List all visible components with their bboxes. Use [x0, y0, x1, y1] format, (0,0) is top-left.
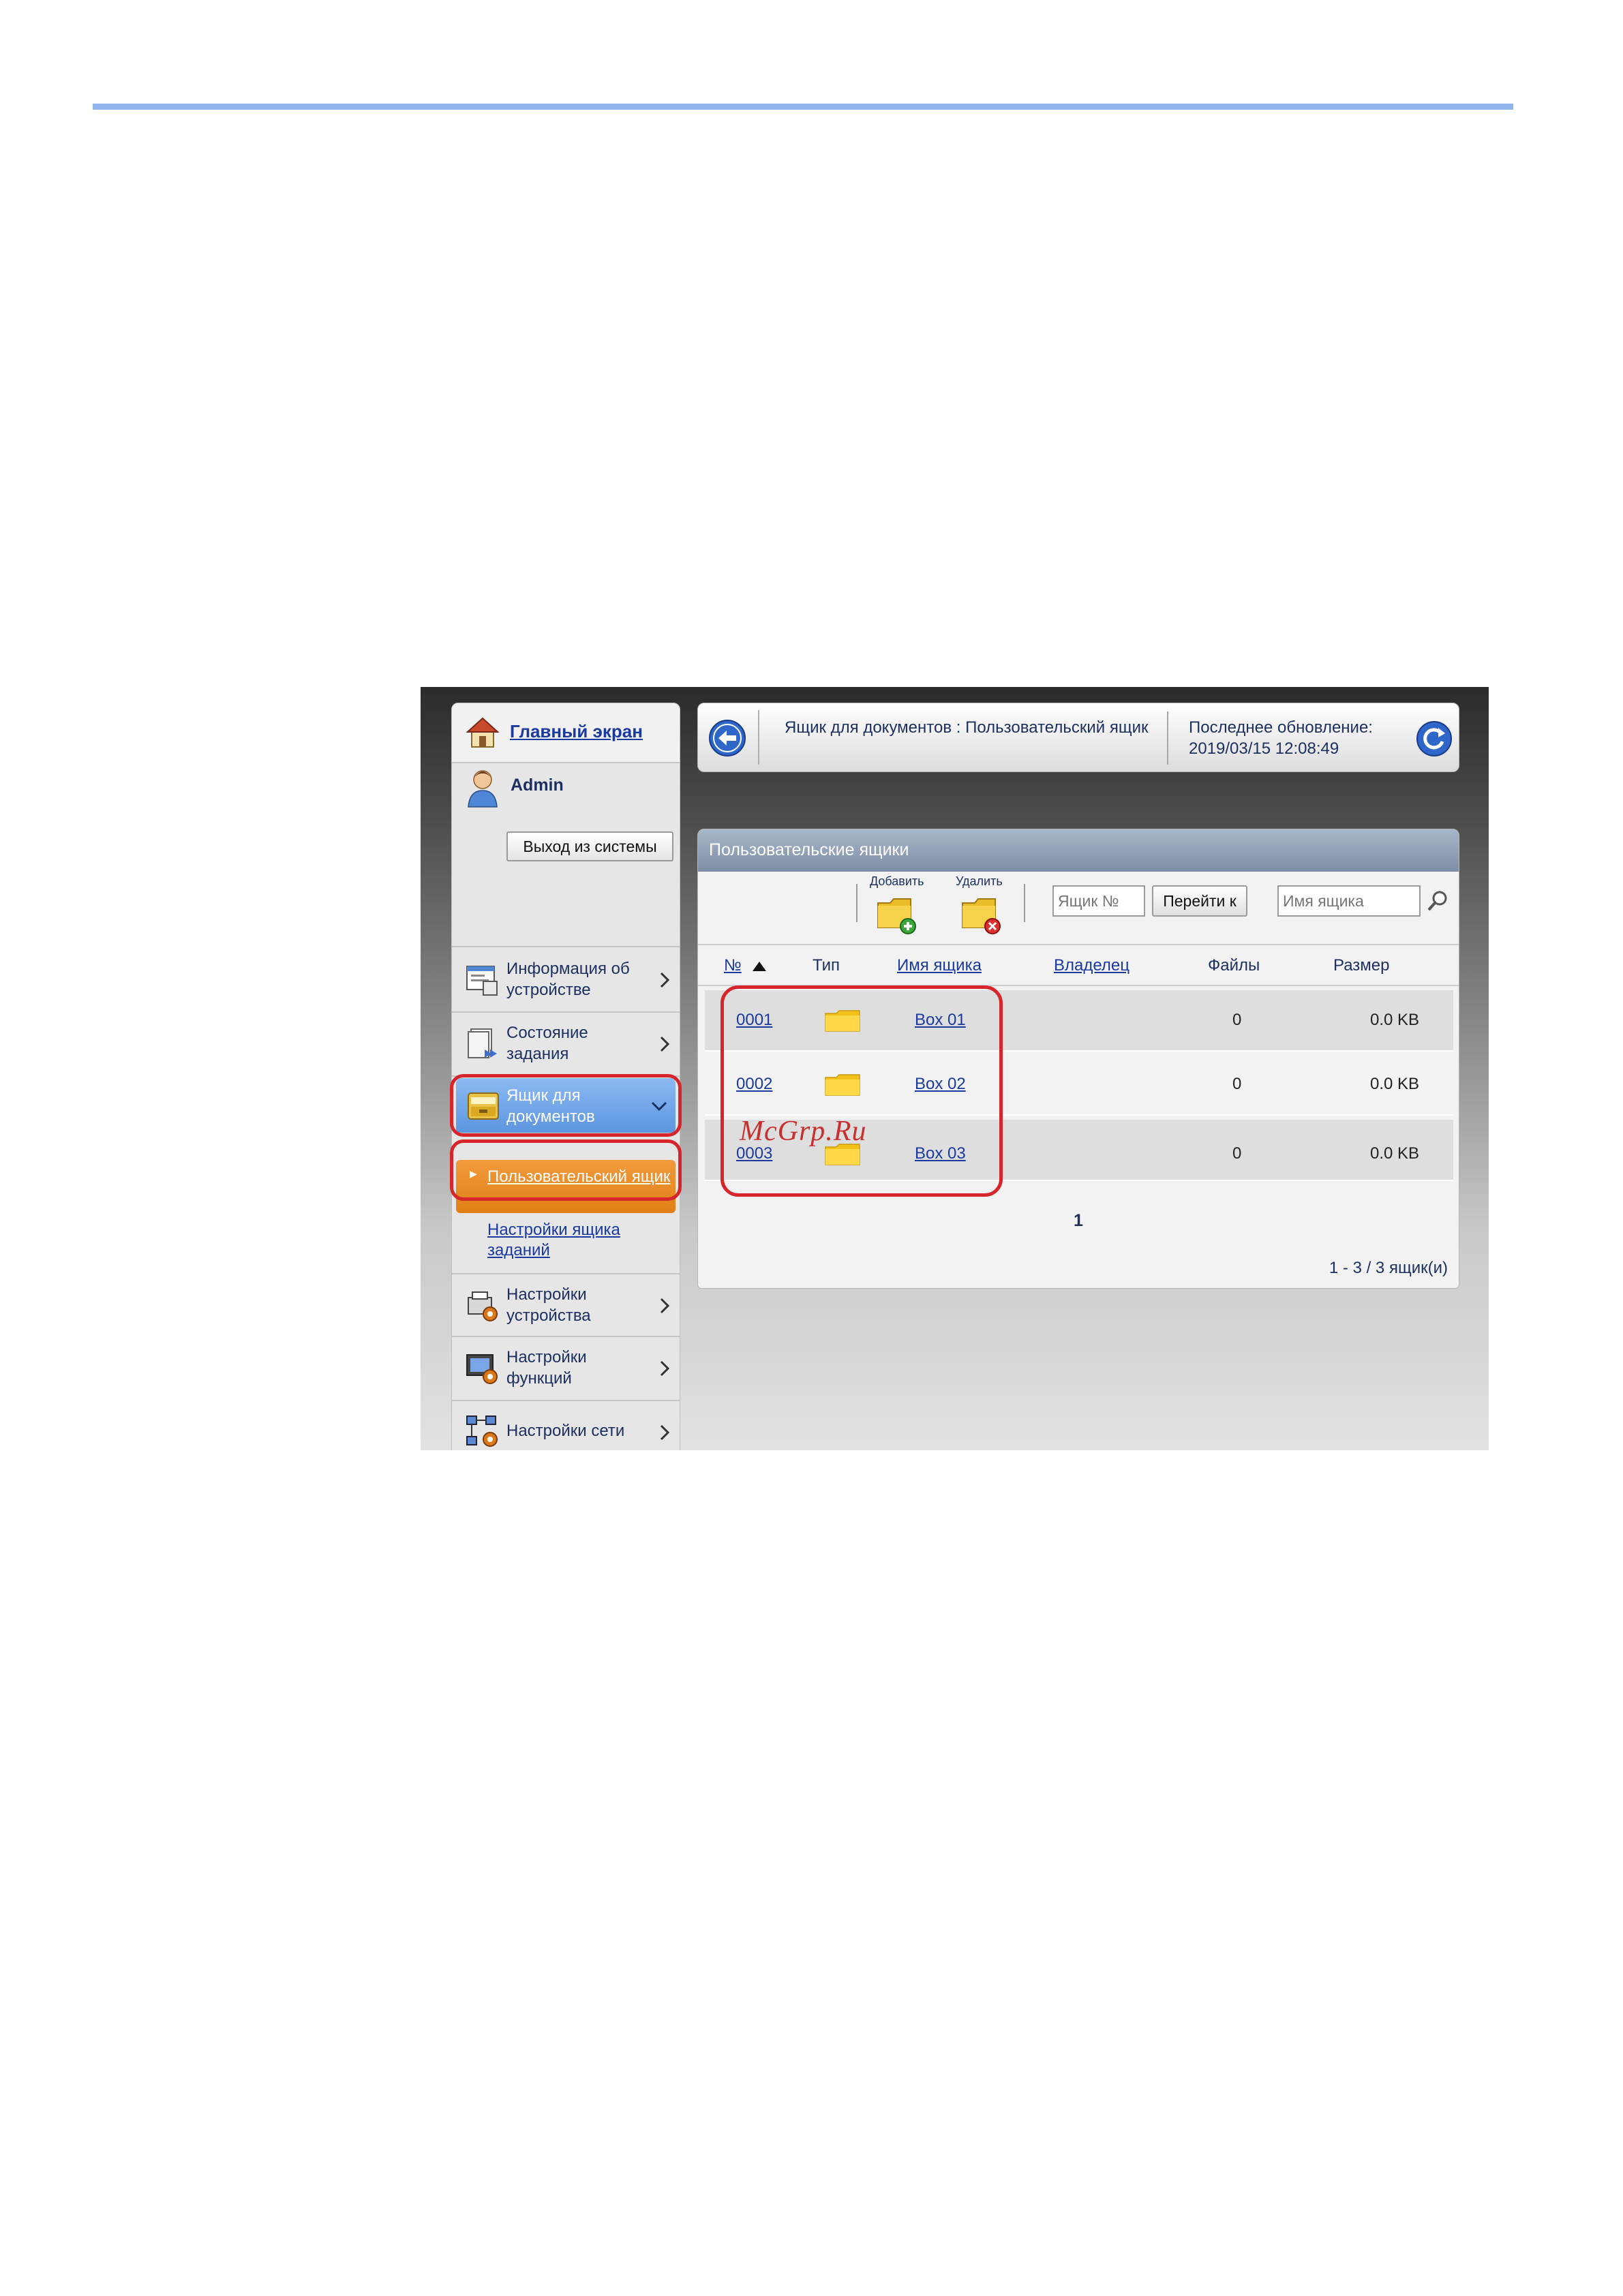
folder-icon — [825, 1074, 860, 1096]
add-label: Добавить — [870, 874, 924, 888]
delete-label: Удалить — [956, 874, 1003, 888]
last-update: Последнее обновление: 2019/03/15 12:08:4… — [1189, 717, 1373, 759]
network-settings-icon — [466, 1415, 498, 1447]
box-name-link[interactable]: Box 03 — [915, 1144, 966, 1163]
add-folder-icon — [877, 898, 916, 934]
box-files: 0 — [1232, 1075, 1242, 1093]
last-update-label: Последнее обновление: — [1189, 718, 1373, 737]
panel-title-bar: Пользовательские ящики — [698, 829, 1459, 872]
table-header: № Тип Имя ящика Владелец Файлы Размер — [698, 947, 1459, 986]
pagination: 1 — [698, 1211, 1459, 1231]
logout-button[interactable]: Выход из системы — [506, 831, 673, 861]
sidebar-item-label: Настройки сети — [506, 1422, 625, 1440]
home-icon — [466, 717, 500, 748]
sidebar-item-network-settings[interactable]: Настройки сети — [452, 1401, 680, 1450]
sidebar-item-function-settings[interactable]: Настройки функций — [452, 1337, 680, 1401]
device-settings-icon — [468, 1291, 498, 1321]
box-files: 0 — [1232, 1144, 1242, 1163]
sidebar-item-device-settings[interactable]: Настройки устройства — [452, 1273, 680, 1337]
last-update-value: 2019/03/15 12:08:49 — [1189, 739, 1339, 758]
box-files: 0 — [1232, 1011, 1242, 1029]
function-settings-icon — [466, 1354, 498, 1384]
sort-ascending-icon — [753, 962, 766, 971]
add-box-button[interactable]: Добавить — [868, 874, 930, 940]
chevron-right-icon — [660, 972, 670, 988]
breadcrumb: Ящик для документов : Пользовательский я… — [785, 718, 1149, 737]
chevron-right-icon — [660, 1036, 670, 1052]
current-item-arrow-icon: ▶ — [470, 1168, 477, 1179]
box-size: 0.0 KB — [1370, 1144, 1420, 1163]
sidebar-item-label: Настройки функций — [506, 1348, 587, 1388]
user-boxes-panel: Пользовательские ящики Добавить Удалить — [697, 829, 1459, 1289]
chevron-down-icon — [651, 1101, 667, 1112]
column-box-name[interactable]: Имя ящика — [897, 956, 982, 975]
toolbar-divider — [1024, 884, 1025, 922]
sidebar-item-label: Настройки устройства — [506, 1285, 591, 1325]
column-size: Размер — [1333, 956, 1390, 975]
sidebar-item-device-info[interactable]: Информация об устройстве — [452, 949, 680, 1013]
box-name-search-input[interactable] — [1277, 885, 1421, 917]
folder-icon — [825, 1010, 860, 1032]
box-count: 1 - 3 / 3 ящик(и) — [1329, 1259, 1448, 1277]
sidebar-item-label: Ящик для документов — [506, 1086, 595, 1126]
sidebar-home[interactable]: Главный экран — [452, 703, 680, 763]
sidebar-item-label: Информация об устройстве — [506, 960, 630, 999]
web-ui-screenshot: Главный экран Admin Выход из системы Инф… — [421, 687, 1489, 1450]
box-name-link[interactable]: Box 02 — [915, 1075, 966, 1094]
box-number-link[interactable]: 0001 — [736, 1011, 772, 1030]
page-number[interactable]: 1 — [1074, 1211, 1083, 1230]
sidebar: Главный экран Admin Выход из системы Инф… — [451, 703, 680, 1450]
sidebar-item-label: Состояние задания — [506, 1024, 588, 1063]
box-size: 0.0 KB — [1370, 1011, 1420, 1029]
user-name: Admin — [511, 776, 564, 795]
header-divider — [1167, 711, 1168, 765]
sidebar-item-document-box[interactable]: Ящик для документов — [456, 1078, 676, 1134]
top-rule — [93, 104, 1513, 110]
chevron-right-icon — [660, 1424, 670, 1441]
user-avatar-icon — [468, 770, 498, 808]
box-name-link[interactable]: Box 01 — [915, 1011, 966, 1030]
sidebar-item-job-status[interactable]: Состояние задания — [452, 1013, 680, 1077]
column-type: Тип — [813, 956, 840, 975]
toolbar-divider — [856, 884, 858, 922]
box-number-input[interactable] — [1052, 885, 1145, 917]
home-link[interactable]: Главный экран — [510, 721, 643, 742]
back-arrow-icon[interactable] — [708, 718, 747, 758]
delete-folder-icon — [962, 898, 1001, 934]
sidebar-subitem-job-box-settings[interactable]: Настройки ящика заданий — [487, 1220, 680, 1261]
header-bar: Ящик для документов : Пользовательский я… — [697, 703, 1459, 772]
table-row[interactable]: 0002 Box 02 0 0.0 KB — [705, 1054, 1453, 1116]
goto-button[interactable]: Перейти к — [1152, 885, 1247, 917]
column-number[interactable]: № — [724, 956, 742, 975]
header-divider — [758, 710, 759, 765]
column-owner[interactable]: Владелец — [1054, 956, 1129, 975]
document-box-icon — [468, 1092, 499, 1120]
sidebar-user: Admin Выход из системы — [452, 763, 680, 947]
watermark: McGrp.Ru — [740, 1116, 867, 1147]
sidebar-subitem-label: Пользовательский ящик — [487, 1167, 671, 1186]
chevron-right-icon — [660, 1298, 670, 1314]
delete-box-button[interactable]: Удалить — [956, 874, 1017, 940]
box-size: 0.0 KB — [1370, 1075, 1420, 1093]
panel-title: Пользовательские ящики — [709, 840, 909, 859]
search-icon[interactable] — [1426, 889, 1449, 913]
refresh-icon[interactable] — [1415, 720, 1453, 758]
chevron-right-icon — [660, 1360, 670, 1377]
sidebar-subitem-user-box[interactable]: ▶ Пользовательский ящик — [456, 1160, 676, 1213]
box-number-link[interactable]: 0002 — [736, 1075, 772, 1094]
table-row[interactable]: 0001 Box 01 0 0.0 KB — [705, 990, 1453, 1052]
device-info-icon — [466, 966, 498, 996]
column-files: Файлы — [1208, 956, 1260, 975]
job-status-icon — [468, 1028, 497, 1058]
toolbar: Добавить Удалить Перейти к — [698, 872, 1459, 945]
